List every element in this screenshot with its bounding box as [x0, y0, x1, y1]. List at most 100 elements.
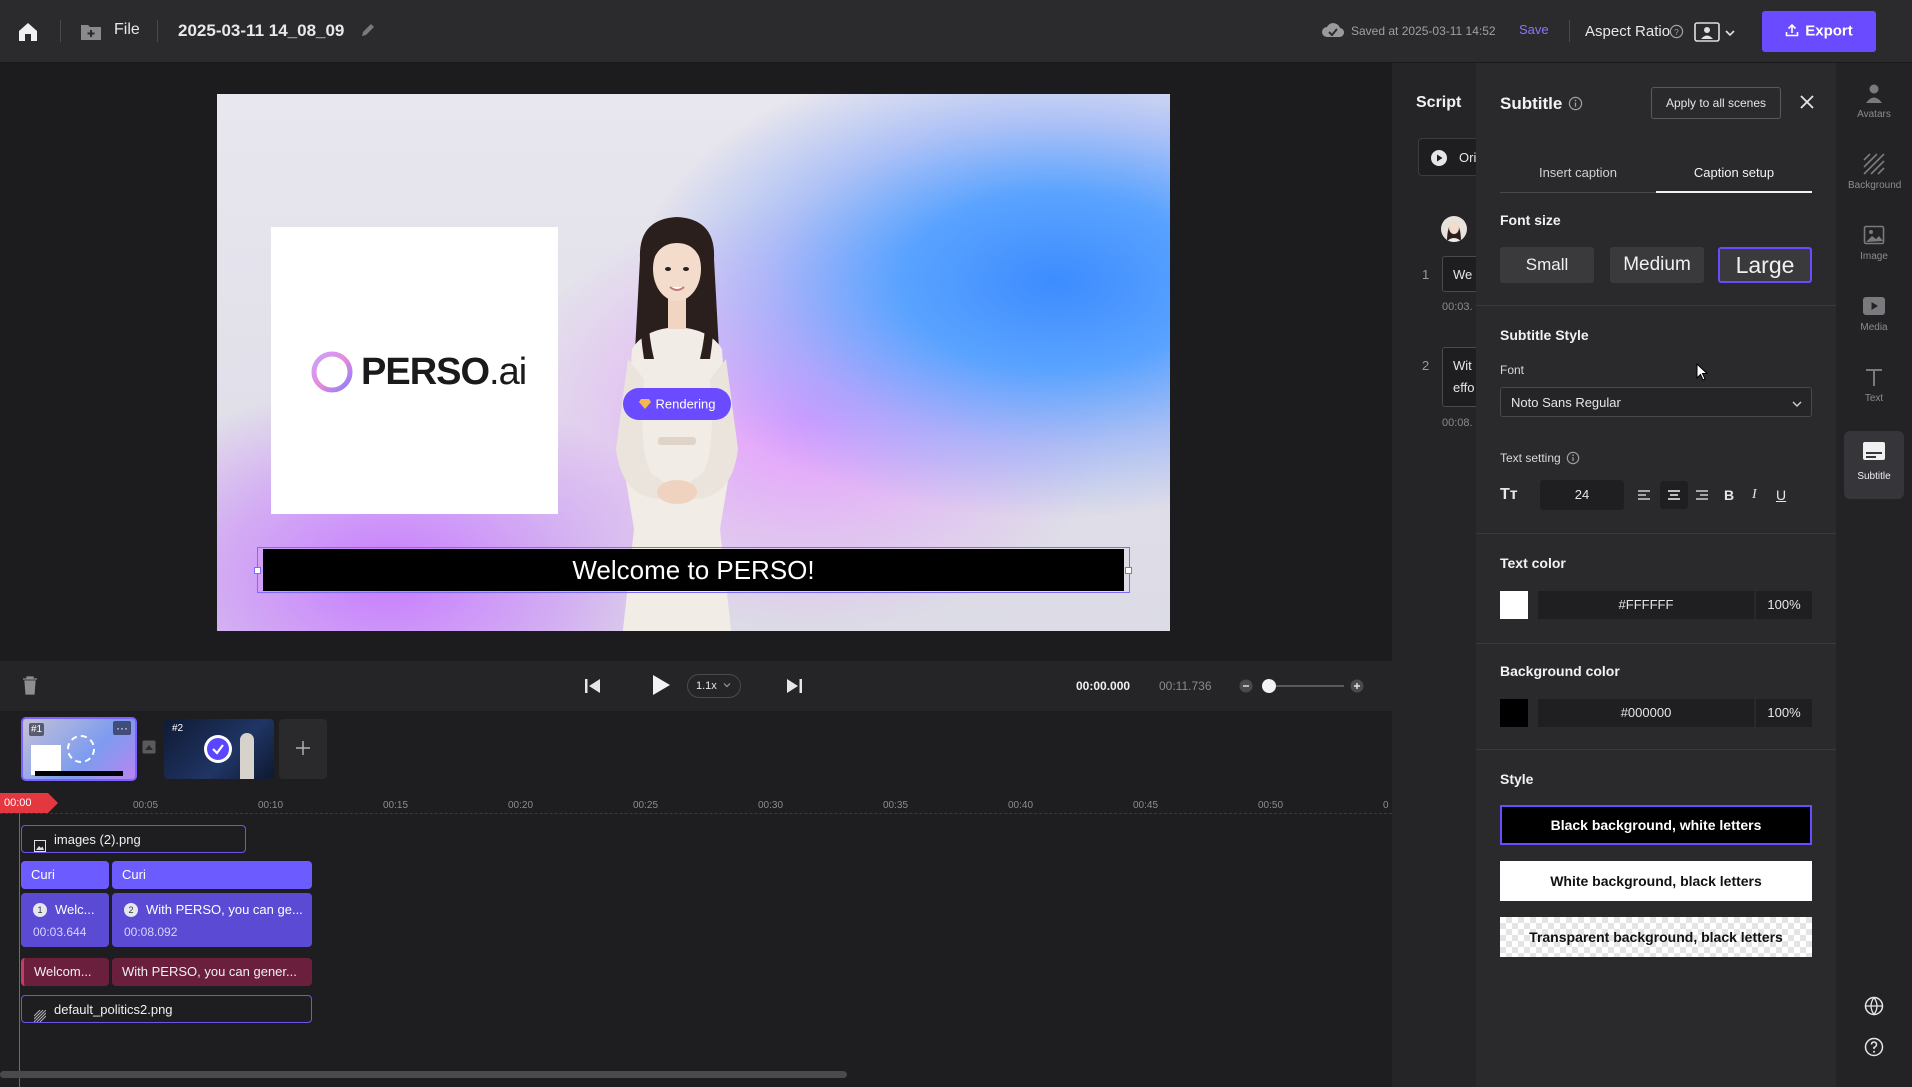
- timeline-scrollbar[interactable]: [0, 1071, 847, 1078]
- script-panel: Script Ori 1 We 00:03. 2 Wit effo 00:08.: [1392, 63, 1476, 1087]
- export-button[interactable]: Export: [1762, 11, 1876, 52]
- script-clip-time: 00:03.644: [33, 925, 87, 939]
- help-icon[interactable]: [1864, 1037, 1884, 1062]
- text-size-input[interactable]: 24: [1540, 480, 1624, 510]
- playhead-time: 00:00: [4, 797, 32, 809]
- text-color-opacity-input[interactable]: 100%: [1756, 591, 1812, 619]
- image-track-clip[interactable]: images (2).png: [21, 825, 246, 853]
- saved-status: Saved at 2025-03-11 14:52: [1351, 24, 1496, 38]
- ruler-tick: 00:20: [508, 800, 534, 811]
- chevron-down-icon: [1791, 397, 1803, 415]
- info-icon[interactable]: [1568, 96, 1583, 116]
- style-transparent-bg-black-letters[interactable]: Transparent background, black letters: [1500, 917, 1812, 957]
- script-row-time: 00:03.: [1442, 301, 1473, 313]
- zoom-out-icon[interactable]: [1239, 679, 1253, 698]
- font-select[interactable]: Noto Sans Regular: [1500, 387, 1812, 417]
- avatar-clip[interactable]: Curi: [21, 861, 109, 889]
- playhead-marker[interactable]: 00:00: [0, 793, 58, 813]
- total-time: 00:11.736: [1159, 679, 1212, 693]
- file-menu-button[interactable]: File: [80, 20, 142, 44]
- apply-to-all-scenes-button[interactable]: Apply to all scenes: [1651, 87, 1781, 119]
- transition-icon[interactable]: [142, 740, 156, 759]
- script-row-input[interactable]: Wit effo: [1442, 347, 1476, 407]
- text-setting-label: Text setting: [1500, 451, 1561, 465]
- subtitle-text: Welcome to PERSO!: [263, 549, 1124, 591]
- style-black-bg-white-letters[interactable]: Black background, white letters: [1500, 805, 1812, 845]
- underline-icon[interactable]: U: [1776, 487, 1786, 503]
- font-size-small-button[interactable]: Small: [1500, 247, 1594, 283]
- logo-image-card[interactable]: PERSO.ai: [271, 227, 558, 514]
- zoom-slider[interactable]: [1262, 679, 1344, 693]
- background-color-opacity-input[interactable]: 100%: [1756, 699, 1812, 727]
- text-color-hex-input[interactable]: #FFFFFF: [1538, 591, 1754, 619]
- speed-selector[interactable]: 1.1x: [687, 674, 741, 698]
- aspect-ratio-dropdown[interactable]: [1694, 22, 1738, 42]
- rail-item-avatars[interactable]: Avatars: [1848, 77, 1900, 135]
- add-scene-button[interactable]: [279, 719, 327, 779]
- zoom-in-icon[interactable]: [1350, 679, 1364, 698]
- rail-item-media[interactable]: Media: [1848, 290, 1900, 348]
- scene-thumbnail-1[interactable]: #1 ···: [21, 717, 137, 781]
- rail-item-text[interactable]: Text: [1848, 361, 1900, 419]
- info-icon[interactable]: [1566, 451, 1580, 470]
- home-icon[interactable]: [16, 20, 40, 44]
- info-icon[interactable]: ?: [1669, 24, 1684, 44]
- text-color-swatch[interactable]: [1500, 591, 1528, 619]
- bold-icon[interactable]: B: [1724, 487, 1734, 503]
- zoom-slider-handle[interactable]: [1262, 679, 1276, 693]
- script-row-input[interactable]: We: [1442, 256, 1476, 292]
- right-tool-rail: Avatars Background Image Media Text Subt…: [1836, 63, 1912, 1087]
- scene-thumbnail-2[interactable]: #2: [164, 719, 274, 779]
- subtitle-clip[interactable]: With PERSO, you can gener...: [112, 958, 312, 986]
- align-right-icon[interactable]: [1694, 487, 1710, 508]
- ruler-tick: 0: [1383, 800, 1389, 811]
- script-clip-time: 00:08.092: [124, 925, 178, 939]
- font-size-medium-button[interactable]: Medium: [1610, 247, 1704, 283]
- play-icon[interactable]: [651, 674, 671, 701]
- tab-caption-setup[interactable]: Caption setup: [1656, 153, 1812, 193]
- italic-icon[interactable]: I: [1752, 487, 1757, 503]
- ruler-tick: 00:45: [1133, 800, 1159, 811]
- rail-item-subtitle[interactable]: Subtitle: [1844, 431, 1904, 499]
- logo-text: PERSO: [361, 351, 490, 393]
- clip-number-badge: 2: [124, 903, 138, 917]
- skip-forward-icon[interactable]: [785, 677, 803, 700]
- timeline-ruler[interactable]: [0, 792, 1392, 814]
- rail-item-image[interactable]: Image: [1848, 219, 1900, 277]
- background-color-swatch[interactable]: [1500, 699, 1528, 727]
- text-size-icon: Tт: [1500, 486, 1518, 503]
- align-left-icon[interactable]: [1636, 487, 1652, 508]
- project-title[interactable]: 2025-03-11 14_08_09: [178, 21, 344, 41]
- background-color-hex-input[interactable]: #000000: [1538, 699, 1754, 727]
- cloud-saved-icon: [1322, 21, 1345, 44]
- subtitle-panel: Subtitle Apply to all scenes Insert capt…: [1476, 63, 1836, 1087]
- background-track-clip[interactable]: default_politics2.png: [21, 995, 312, 1023]
- edit-pencil-icon[interactable]: [360, 22, 376, 43]
- script-clip[interactable]: 1 Welc... 00:03.644: [21, 893, 109, 947]
- script-clip[interactable]: 2 With PERSO, you can ge... 00:08.092: [112, 893, 312, 947]
- more-icon[interactable]: ···: [113, 721, 131, 735]
- ruler-tick: 00:35: [883, 800, 909, 811]
- portrait-icon: [1694, 22, 1720, 47]
- skip-back-icon[interactable]: [584, 677, 602, 700]
- rail-item-background[interactable]: Background: [1848, 148, 1901, 206]
- script-row-number: 1: [1422, 267, 1430, 282]
- avatar-clip[interactable]: Curi: [112, 861, 312, 889]
- subtitle-box[interactable]: Welcome to PERSO!: [254, 547, 1132, 593]
- align-center-icon[interactable]: [1660, 481, 1688, 509]
- timeline: #1 ··· #2 00:00 00:05 00:10 00:15 00:20 …: [0, 711, 1392, 1087]
- ruler-tick: 00:50: [1258, 800, 1284, 811]
- tab-insert-caption[interactable]: Insert caption: [1500, 153, 1656, 193]
- video-canvas[interactable]: PERSO.ai Rendering Welcome to PERSO!: [217, 94, 1170, 631]
- style-white-bg-black-letters[interactable]: White background, black letters: [1500, 861, 1812, 901]
- font-size-large-button[interactable]: Large: [1718, 247, 1812, 283]
- resize-handle-right[interactable]: [1125, 567, 1132, 574]
- original-play-button[interactable]: Ori: [1418, 138, 1476, 176]
- rail-label: Avatars: [1857, 109, 1891, 120]
- resize-handle-left[interactable]: [254, 567, 261, 574]
- globe-icon[interactable]: [1864, 996, 1884, 1021]
- close-icon[interactable]: [1799, 94, 1815, 115]
- subtitle-clip[interactable]: Welcom...: [21, 958, 109, 986]
- save-button[interactable]: Save: [1519, 22, 1549, 37]
- trash-icon[interactable]: [22, 675, 38, 700]
